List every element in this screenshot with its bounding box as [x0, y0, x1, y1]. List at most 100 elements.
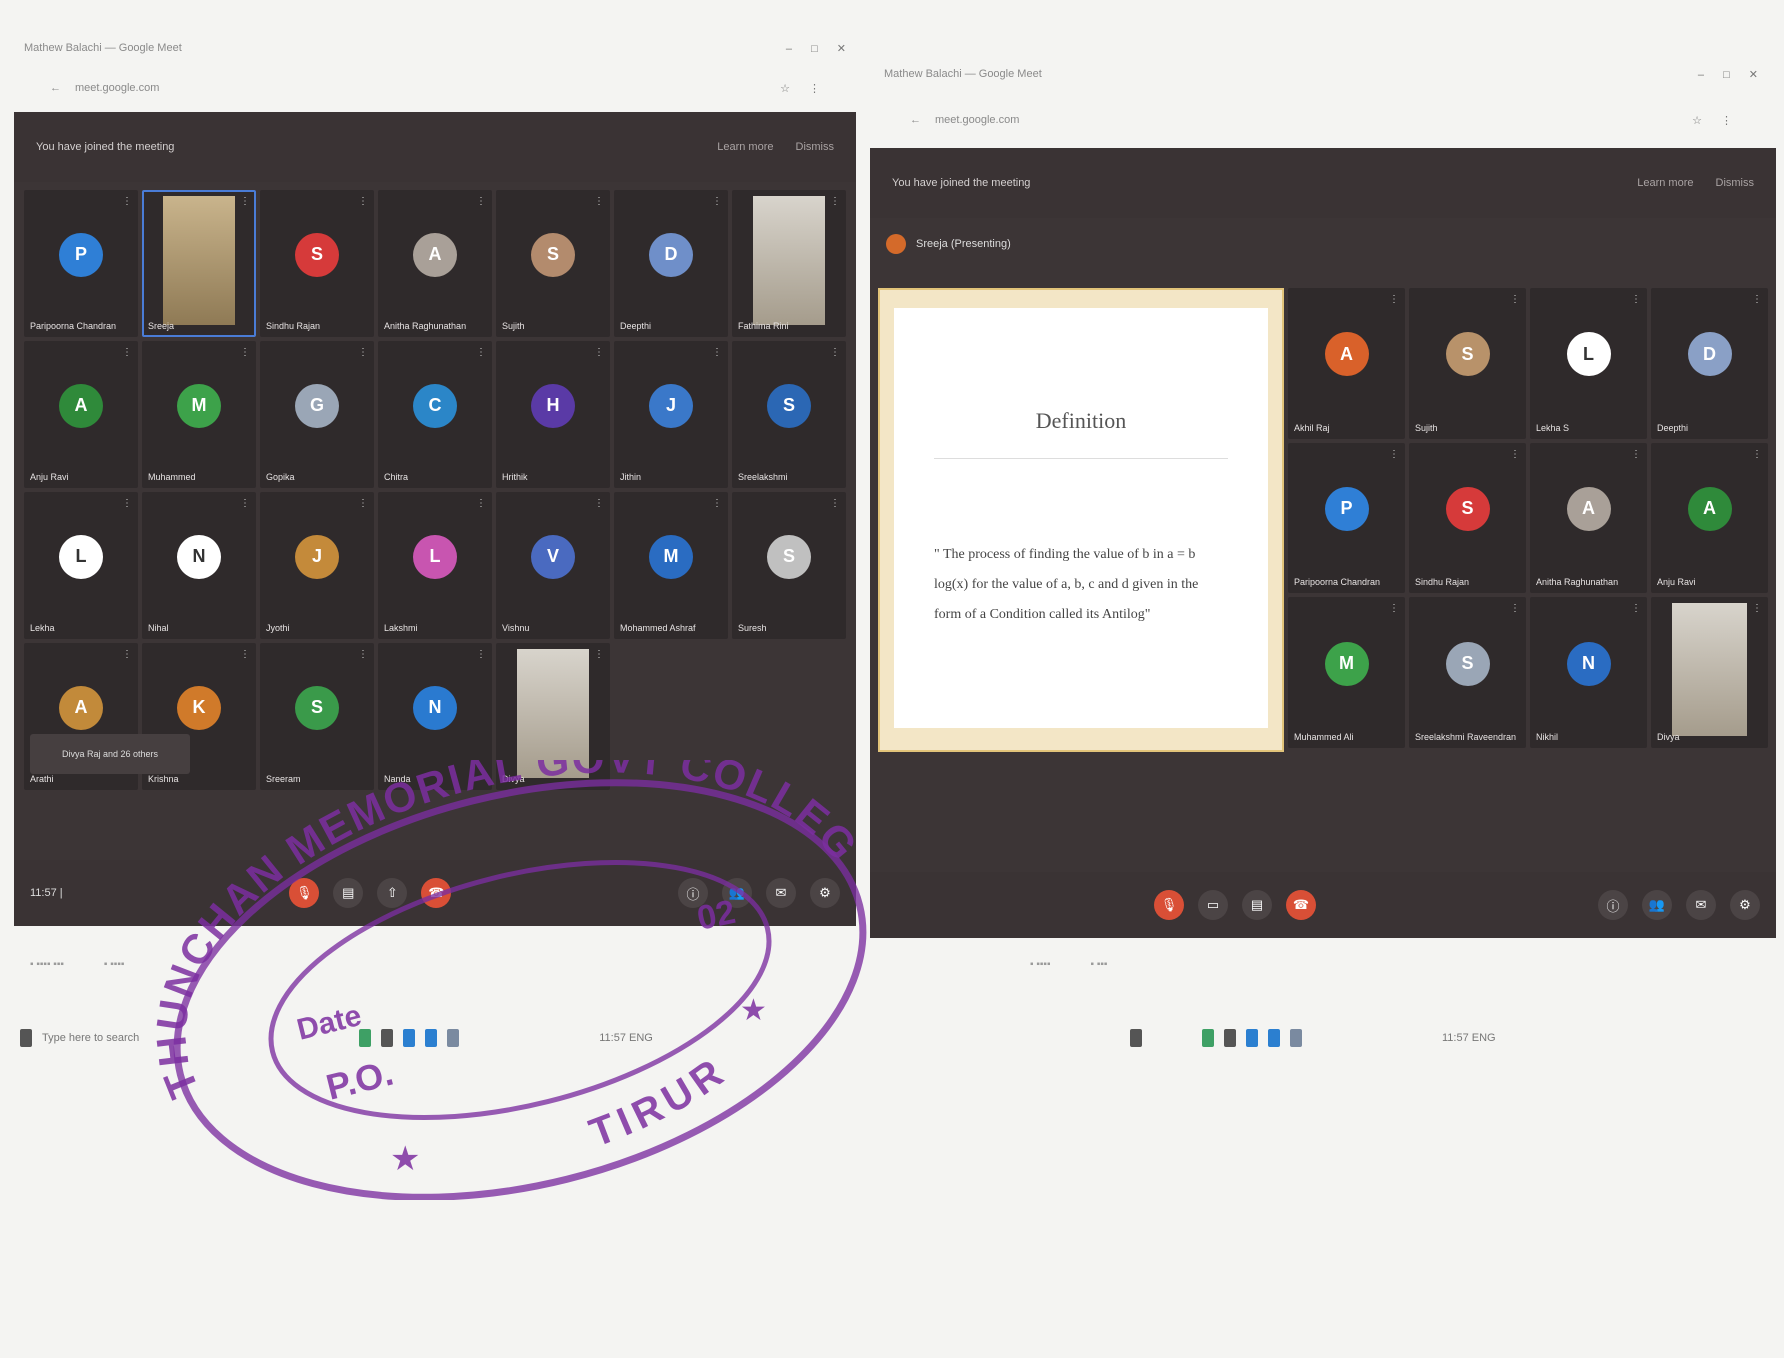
browser-tab-title[interactable]: Mathew Balachi — Google Meet — [24, 42, 182, 54]
participant-tile[interactable]: S ⋮ Sujith — [1409, 288, 1526, 439]
participant-avatar: A — [59, 685, 103, 730]
participant-tile[interactable]: M ⋮ Muhammed Ali — [1288, 597, 1405, 748]
more-participants-note[interactable]: Divya Raj and 26 others — [30, 734, 190, 774]
mic-muted-icon: ⋮ — [476, 347, 486, 358]
participant-tile[interactable]: N ⋮ Nikhil — [1530, 597, 1647, 748]
participant-tile[interactable]: S ⋮ Sreelakshmi Raveendran — [1409, 597, 1526, 748]
participant-tile[interactable]: A ⋮ Anitha Raghunathan — [378, 190, 492, 337]
app-icon[interactable] — [381, 1029, 394, 1047]
participant-tile[interactable]: D ⋮ Deepthi — [1651, 288, 1768, 439]
participant-tile[interactable]: V ⋮ Vishnu — [496, 492, 610, 639]
bottom-tab[interactable]: ▪ ▪▪▪▪ — [104, 959, 125, 970]
leave-call-button[interactable]: ☎ — [1286, 890, 1316, 920]
participant-tile[interactable]: N ⋮ Nanda — [378, 643, 492, 790]
learn-more-button[interactable]: Learn more — [717, 141, 773, 153]
address-text[interactable]: meet.google.com — [75, 82, 159, 94]
chat-icon[interactable]: ✉ — [1686, 890, 1716, 920]
participant-tile[interactable]: ⋮ Sreeja — [142, 190, 256, 337]
back-icon[interactable]: ← — [910, 114, 921, 126]
browser-menu-icon[interactable]: ☆ ⋮ — [780, 82, 828, 95]
people-icon[interactable]: 👥 — [1642, 890, 1672, 920]
app-icon[interactable] — [1202, 1029, 1214, 1047]
mic-muted-icon: ⋮ — [830, 196, 840, 207]
participant-grid: A ⋮ Akhil Raj S ⋮ Sujith L ⋮ Lekha S D ⋮ Deepthi P ⋮ P… — [1288, 288, 1768, 748]
participant-tile[interactable]: S ⋮ Sreelakshmi — [732, 341, 846, 488]
participant-grid: P ⋮ Paripoorna Chandran ⋮ Sreeja S ⋮ Sindhu Raj… — [24, 190, 846, 790]
activities-icon[interactable]: ⚙ — [810, 878, 840, 908]
browser-tab-bar: Mathew Balachi — Google Meet – □ ✕ — [10, 36, 868, 60]
app-icon[interactable] — [1290, 1029, 1302, 1047]
address-bar[interactable]: ← meet.google.com ☆ ⋮ — [10, 76, 868, 100]
participant-tile[interactable]: J ⋮ Jyothi — [260, 492, 374, 639]
app-icon[interactable] — [447, 1029, 460, 1047]
app-icon[interactable] — [1130, 1029, 1142, 1047]
app-icon[interactable] — [1268, 1029, 1280, 1047]
app-icon[interactable] — [403, 1029, 416, 1047]
address-bar[interactable]: ← meet.google.com ☆ ⋮ — [870, 108, 1780, 132]
leave-call-button[interactable]: ☎ — [421, 878, 452, 908]
participant-tile[interactable]: A ⋮ Anitha Raghunathan — [1530, 442, 1647, 594]
app-icon[interactable] — [359, 1029, 372, 1047]
participant-tile[interactable]: M ⋮ Mohammed Ashraf — [614, 492, 728, 639]
captions-button[interactable]: ▤ — [333, 878, 364, 908]
participant-tile[interactable]: P ⋮ Paripoorna Chandran — [24, 190, 138, 337]
participant-tile[interactable]: A ⋮ Anju Ravi — [1651, 442, 1768, 594]
back-icon[interactable]: ← — [50, 82, 61, 94]
participant-tile[interactable]: ⋮ Divya — [496, 643, 610, 790]
participant-tile[interactable]: S ⋮ Sindhu Rajan — [1409, 442, 1526, 594]
stamp-star-icon: ★ — [390, 1140, 420, 1178]
mic-off-button[interactable]: 🎙 — [1154, 890, 1184, 920]
taskbar-search[interactable]: Type here to search — [42, 1032, 139, 1044]
participant-tile[interactable]: S ⋮ Suresh — [732, 492, 846, 639]
mic-off-button[interactable]: 🎙 — [289, 878, 320, 908]
participant-tile[interactable]: D ⋮ Deepthi — [614, 190, 728, 337]
bottom-tab[interactable]: ▪ ▪▪▪▪ — [1030, 959, 1051, 970]
people-icon[interactable]: 👥 — [722, 878, 752, 908]
participant-tile[interactable]: G ⋮ Gopika — [260, 341, 374, 488]
participant-tile[interactable]: A ⋮ Akhil Raj — [1288, 288, 1405, 439]
presentation-frame[interactable]: Definition " The process of finding the … — [878, 288, 1284, 752]
captions-button[interactable]: ▤ — [1242, 890, 1272, 920]
mic-muted-icon: ⋮ — [1389, 448, 1399, 460]
app-icon[interactable] — [1246, 1029, 1258, 1047]
activities-icon[interactable]: ⚙ — [1730, 890, 1760, 920]
participant-tile[interactable]: P ⋮ Paripoorna Chandran — [1288, 442, 1405, 594]
tray-clock[interactable]: 11:57 ENG — [1442, 1032, 1496, 1044]
tray-clock[interactable]: 11:57 ENG — [599, 1032, 653, 1044]
participant-tile[interactable]: J ⋮ Jithin — [614, 341, 728, 488]
participant-tile[interactable]: C ⋮ Chitra — [378, 341, 492, 488]
app-icon[interactable] — [1224, 1029, 1236, 1047]
bottom-tab[interactable]: ▪ ▪▪▪▪ ▪▪▪ — [30, 959, 64, 970]
dismiss-button[interactable]: Dismiss — [1716, 177, 1755, 189]
participant-tile[interactable]: S ⋮ Sreeram — [260, 643, 374, 790]
start-icon[interactable] — [20, 1029, 32, 1047]
participant-tile[interactable]: ⋮ Fathima Rini — [732, 190, 846, 337]
info-icon[interactable]: ⓘ — [678, 878, 708, 908]
camera-button[interactable]: ▭ — [1198, 890, 1228, 920]
participant-tile[interactable]: L ⋮ Lekha — [24, 492, 138, 639]
participant-tile[interactable]: S ⋮ Sindhu Rajan — [260, 190, 374, 337]
participant-tile[interactable]: L ⋮ Lekha S — [1530, 288, 1647, 439]
participant-avatar: A — [59, 383, 103, 428]
window-controls[interactable]: – □ ✕ — [786, 42, 854, 55]
browser-tab-title[interactable]: Mathew Balachi — Google Meet — [884, 68, 1042, 80]
slide-title: Definition — [1035, 408, 1127, 433]
participant-tile[interactable]: H ⋮ Hrithik — [496, 341, 610, 488]
dismiss-button[interactable]: Dismiss — [796, 141, 835, 153]
participant-tile[interactable]: A ⋮ Anju Ravi — [24, 341, 138, 488]
taskbar-right: 11:57 ENG — [1130, 1018, 1496, 1058]
participant-tile[interactable]: L ⋮ Lakshmi — [378, 492, 492, 639]
learn-more-button[interactable]: Learn more — [1637, 177, 1693, 189]
chat-icon[interactable]: ✉ — [766, 878, 796, 908]
address-text[interactable]: meet.google.com — [935, 114, 1019, 126]
present-button[interactable]: ⇧ — [377, 878, 408, 908]
info-icon[interactable]: ⓘ — [1598, 890, 1628, 920]
participant-tile[interactable]: ⋮ Divya — [1651, 597, 1768, 748]
browser-menu-icon[interactable]: ☆ ⋮ — [1692, 114, 1740, 127]
participant-tile[interactable]: M ⋮ Muhammed — [142, 341, 256, 488]
bottom-tab[interactable]: ▪ ▪▪▪ — [1091, 959, 1108, 970]
participant-tile[interactable]: S ⋮ Sujith — [496, 190, 610, 337]
app-icon[interactable] — [425, 1029, 438, 1047]
window-controls[interactable]: – □ ✕ — [1698, 68, 1766, 81]
participant-tile[interactable]: N ⋮ Nihal — [142, 492, 256, 639]
